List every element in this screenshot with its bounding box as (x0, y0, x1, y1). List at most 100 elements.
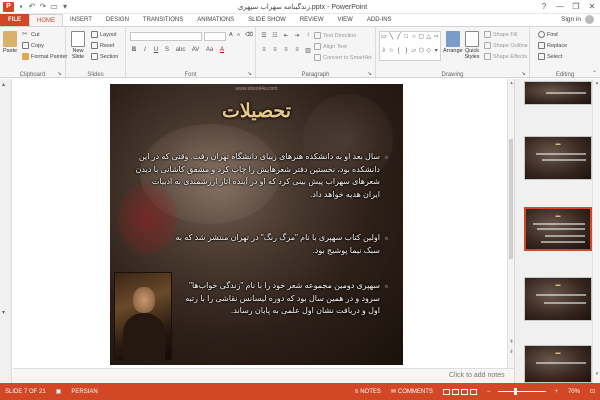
account-avatar[interactable] (585, 15, 594, 24)
char-spacing-button[interactable]: AV (190, 47, 201, 53)
portrait-photo[interactable] (114, 272, 172, 361)
arrow-shape-icon[interactable]: ⇨ (433, 32, 441, 46)
zoom-slider-knob[interactable] (514, 388, 518, 395)
columns-icon[interactable]: ▥ (304, 47, 312, 54)
shape-outline-button[interactable]: Shape Outline (484, 42, 528, 49)
brace-shape-icon[interactable]: } (403, 46, 411, 60)
scroll-down-icon[interactable]: ▾ (593, 371, 600, 377)
thumbnail-slide-7-partial[interactable]: ▬ (524, 136, 592, 180)
tab-view[interactable]: VIEW (331, 14, 360, 26)
tab-animations[interactable]: ANIMATIONS (190, 14, 241, 26)
slide-title[interactable]: تحصیلات (110, 100, 403, 122)
align-right-icon[interactable]: ≡ (282, 47, 290, 54)
align-center-icon[interactable]: ≡ (271, 47, 279, 54)
undo-icon[interactable]: ↶ (28, 2, 36, 11)
thumbnails-scrollbar[interactable]: ▴ ▾ (592, 79, 600, 383)
thumbnail-slide-9[interactable]: ▬ (524, 345, 592, 383)
notes-placeholder[interactable]: Click to add notes (449, 372, 505, 379)
normal-view-icon[interactable] (442, 388, 450, 395)
redo-icon[interactable]: ↷ (39, 2, 47, 11)
slide-7[interactable]: www.ebook4u.com تحصیلات ▫ سال بعد او به … (110, 84, 403, 365)
font-launcher-icon[interactable]: ↘ (247, 70, 252, 77)
comments-toggle[interactable]: ✉ COMMENTS (386, 388, 438, 396)
rounded-rect-shape-icon[interactable]: ▢ (418, 32, 426, 46)
font-color-button[interactable]: A (218, 47, 226, 53)
align-left-icon[interactable]: ≡ (260, 47, 268, 54)
tab-file[interactable]: FILE (0, 14, 29, 26)
diamond-shape-icon[interactable]: ◇ (425, 46, 433, 60)
convert-smartart-button[interactable]: Convert to SmartArt (314, 54, 372, 61)
canvas-scroll-thumb[interactable] (509, 139, 513, 259)
thumbnail-slide-8[interactable]: ▬ (524, 277, 592, 321)
underline-button[interactable]: U (152, 47, 160, 53)
new-slide-button[interactable]: New Slide (69, 31, 87, 60)
line-shape-icon[interactable]: ╱ (395, 32, 403, 46)
more-shapes-icon[interactable]: ▾ (433, 46, 441, 60)
zoom-level[interactable]: 70% (563, 389, 585, 395)
grow-font-icon[interactable]: A (229, 32, 233, 38)
spellcheck-icon[interactable]: ▣ (51, 388, 67, 395)
sign-in-link[interactable]: Sign in (561, 14, 585, 26)
copy-button[interactable]: Copy (22, 42, 44, 49)
notes-toggle[interactable]: ≡ NOTES (350, 389, 386, 395)
zoom-slider[interactable] (498, 388, 547, 395)
scroll-up-arrow-icon[interactable]: ▴ (2, 81, 5, 88)
paragraph-launcher-icon[interactable]: ↘ (367, 70, 372, 77)
tab-slide-show[interactable]: SLIDE SHOW (241, 14, 293, 26)
callout-shape-icon[interactable]: ▱ (410, 46, 418, 60)
shadow-button[interactable]: S (163, 47, 171, 53)
increase-indent-icon[interactable]: ⇥ (293, 32, 301, 39)
shrink-font-icon[interactable]: A (237, 32, 240, 37)
bold-button[interactable]: B (130, 47, 138, 53)
start-slideshow-icon[interactable]: ▭ (50, 2, 58, 11)
format-painter-button[interactable]: Format Painter (22, 53, 67, 60)
strikethrough-button[interactable]: abc (174, 47, 187, 53)
thumbnail-slide-7[interactable]: ▬ (524, 207, 592, 251)
rectangle-shape-icon[interactable]: □ (403, 32, 411, 46)
numbering-icon[interactable]: ☷ (271, 32, 279, 39)
find-button[interactable]: Find (538, 31, 558, 38)
select-button[interactable]: Select (538, 53, 562, 60)
quick-styles-button[interactable]: Quick Styles (462, 31, 482, 60)
bullet-text-3[interactable]: سهپری دومین مجموعه شعر خود را با نام "زن… (178, 280, 380, 318)
paste-button[interactable]: Paste (3, 31, 17, 54)
align-text-button[interactable]: Align Text (314, 43, 347, 50)
tab-home[interactable]: HOME (29, 14, 63, 26)
clipboard-launcher-icon[interactable]: ↘ (57, 70, 62, 77)
layout-button[interactable]: Layout (91, 31, 117, 38)
scroll-down-arrow-icon[interactable]: ▾ (2, 309, 5, 316)
hexagon-shape-icon[interactable]: ⬡ (418, 46, 426, 60)
restore-button[interactable]: ❐ (568, 0, 584, 14)
textbox-shape-icon[interactable]: ▭ (380, 32, 388, 46)
italic-button[interactable]: I (141, 47, 149, 53)
zoom-in-icon[interactable]: + (549, 389, 563, 395)
clear-format-icon[interactable]: ⌫ (245, 32, 253, 38)
thumbnail-slide-6[interactable] (524, 81, 592, 105)
tab-insert[interactable]: INSERT (63, 14, 99, 26)
triangle-shape-icon[interactable]: △ (425, 32, 433, 46)
tab-design[interactable]: DESIGN (99, 14, 136, 26)
close-button[interactable]: ✕ (584, 0, 600, 14)
font-size-combo[interactable] (204, 32, 226, 41)
language-indicator[interactable]: PERSIAN (66, 389, 102, 395)
help-button[interactable]: ? (536, 0, 552, 14)
bullets-icon[interactable]: ☰ (260, 32, 268, 39)
font-name-combo[interactable] (130, 32, 202, 41)
brace-shape-icon[interactable]: { (395, 46, 403, 60)
bullet-text-2[interactable]: اولین کتاب سهپری با نام "مرگ رنگ" در تهر… (174, 232, 380, 257)
justify-icon[interactable]: ≡ (293, 47, 301, 54)
change-case-button[interactable]: Aa (204, 47, 215, 53)
slide-sorter-icon[interactable] (451, 388, 459, 395)
drawing-launcher-icon[interactable]: ↘ (521, 70, 526, 77)
text-direction-button[interactable]: Text Direction (314, 32, 356, 39)
cut-button[interactable]: ✂ Cut (22, 31, 40, 38)
star-shape-icon[interactable]: ☆ (388, 46, 396, 60)
shape-effects-button[interactable]: Shape Effects (484, 53, 527, 60)
decrease-indent-icon[interactable]: ⇤ (282, 32, 290, 39)
fit-to-window-icon[interactable]: ⊡ (585, 388, 600, 395)
reset-button[interactable]: Reset (91, 42, 114, 49)
canvas-scrollbar[interactable]: ▴ ⇞ ⇟ (507, 79, 514, 368)
reading-view-icon[interactable] (460, 388, 468, 395)
replace-button[interactable]: Replace (538, 42, 567, 49)
save-icon[interactable]: ▪ (17, 2, 25, 11)
